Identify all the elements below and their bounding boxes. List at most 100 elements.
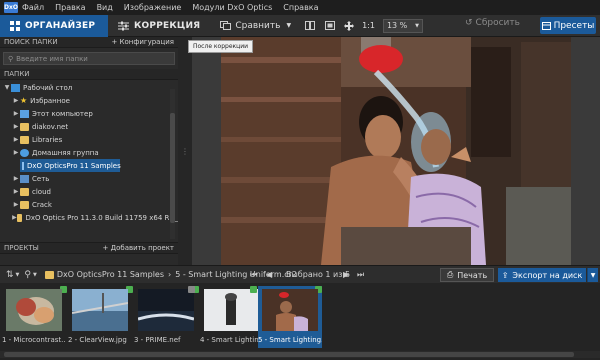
tree-item-libraries[interactable]: ▶ Libraries	[0, 133, 178, 146]
next-image-icon[interactable]: ▶	[343, 270, 349, 279]
thumbnail-4[interactable]: 4 - Smart Lighting...	[188, 286, 264, 348]
thumbnail-image	[204, 289, 260, 331]
dxo-folder-icon	[22, 161, 24, 170]
menu-help[interactable]: Справка	[283, 3, 318, 12]
menu-image[interactable]: Изображение	[124, 3, 182, 12]
menu-view[interactable]: Вид	[97, 3, 113, 12]
printer-icon: ⎙	[446, 270, 454, 279]
zoom-select[interactable]: 13 % ▼	[382, 18, 423, 33]
tree-item-network[interactable]: ▶ Сеть	[0, 172, 178, 185]
tab-organizer[interactable]: ОРГАНАЙЗЕР	[0, 14, 108, 37]
first-image-icon[interactable]: ⏮	[250, 270, 257, 280]
reset-label: Сбросить	[475, 18, 520, 28]
expanded-arrow-icon[interactable]: ▼	[3, 84, 11, 91]
ratio-1-1-button[interactable]: 1:1	[362, 21, 375, 30]
presets-button[interactable]: Пресеты	[540, 17, 596, 34]
collapsed-arrow-icon[interactable]: ▶	[12, 188, 20, 195]
folder-search-input[interactable]: ⚲ Введите имя папки	[3, 52, 175, 65]
menu-modules[interactable]: Модули DxO Optics	[192, 3, 272, 12]
compare-label: Сравнить	[235, 20, 281, 31]
collapsed-arrow-icon[interactable]: ▶	[12, 136, 20, 143]
tree-item-favorites[interactable]: ▶ ★ Избранное	[0, 94, 178, 107]
print-button[interactable]: ⎙ Печать	[440, 268, 494, 282]
star-icon: ★	[20, 96, 28, 105]
filmstrip: 1 - Microcontrast... 2 - ClearView.jpg 3…	[0, 283, 600, 360]
thumbnail-image	[262, 289, 318, 331]
filter-icon[interactable]: ⚲	[24, 270, 31, 280]
folder-icon	[20, 135, 29, 144]
tree-item-label: diakov.net	[32, 122, 69, 131]
scrollbar-thumb[interactable]	[170, 113, 175, 223]
add-project-button[interactable]: + Добавить проект	[103, 244, 174, 252]
processed-badge-icon	[250, 286, 257, 293]
breadcrumb: DxO OpticsPro 11 Samples › 5 - Smart Lig…	[44, 270, 297, 279]
tree-item-label: Libraries	[32, 135, 63, 144]
chevron-down-icon[interactable]: ▼	[16, 272, 20, 278]
last-image-icon[interactable]: ⏭	[357, 270, 364, 280]
zoom-value: 13 %	[386, 21, 408, 30]
menu-file[interactable]: Файл	[22, 3, 44, 12]
collapsed-arrow-icon[interactable]: ▶	[12, 123, 20, 130]
tree-item-label: DxO OpticsPro 11 Samples	[27, 161, 121, 170]
presets-label: Пресеты	[553, 20, 595, 31]
tree-item-crack[interactable]: ▶ Crack	[0, 198, 178, 211]
main-toolbar: ОРГАНАЙЗЕР КОРРЕКЦИЯ Сравнить ▼ 1:1 13 %…	[0, 14, 600, 37]
search-icon: ⚲	[8, 54, 14, 63]
filmstrip-scrollbar[interactable]	[0, 351, 600, 358]
undo-icon: ↺	[465, 18, 473, 28]
folder-icon	[16, 213, 23, 222]
tab-correction[interactable]: КОРРЕКЦИЯ	[108, 15, 210, 37]
compare-button[interactable]: Сравнить ▼	[220, 21, 291, 31]
thumbnail-3[interactable]: 3 - PRIME.nef	[134, 286, 199, 348]
scrollbar-thumb[interactable]	[4, 352, 574, 357]
tree-item-diakov[interactable]: ▶ diakov.net	[0, 120, 178, 133]
tree-item-homegroup[interactable]: ▶ Домашняя группа	[0, 146, 178, 159]
export-button[interactable]: ⇪ Экспорт на диск	[498, 268, 586, 282]
chevron-down-icon[interactable]: ▼	[33, 272, 37, 278]
desktop-icon	[11, 83, 20, 92]
breadcrumb-root[interactable]: DxO OpticsPro 11 Samples	[57, 270, 164, 279]
tree-item-label: cloud	[32, 187, 51, 196]
tree-item-label: Crack	[32, 200, 52, 209]
thumbnail-2[interactable]: 2 - ClearView.jpg	[68, 286, 133, 348]
move-icon[interactable]	[344, 20, 355, 31]
tree-item-dxo-build[interactable]: ▶ DxO Optics Pro 11.3.0 Build 11759 x64 …	[0, 211, 178, 224]
reset-button[interactable]: ↺ Сбросить	[465, 18, 520, 28]
image-viewer[interactable]	[192, 37, 600, 265]
selected-highlight: DxO OpticsPro 11 Samples	[20, 159, 121, 172]
sort-icon[interactable]: ⇅	[6, 270, 14, 280]
projects-header: ПРОЕКТЫ + Добавить проект	[0, 242, 178, 254]
tree-item-desktop[interactable]: ▼ Рабочий стол	[0, 81, 178, 94]
tree-item-dxo-samples[interactable]: DxO OpticsPro 11 Samples	[0, 159, 178, 172]
folder-tree: ▼ Рабочий стол ▶ ★ Избранное ▶ Этот комп…	[0, 80, 178, 224]
tooltip-after-correction: После коррекции	[188, 40, 254, 53]
tab-organizer-label: ОРГАНАЙЗЕР	[25, 20, 96, 31]
menu-edit[interactable]: Правка	[55, 3, 85, 12]
presets-icon	[541, 21, 551, 30]
folder-icon	[44, 270, 54, 279]
panel-collapse-handle[interactable]: ⋮	[178, 37, 192, 265]
filmstrip-toolbar: ⇅ ▼ ⚲ ▼ DxO OpticsPro 11 Samples › 5 - S…	[0, 265, 600, 283]
fit-screen-icon[interactable]	[325, 21, 336, 30]
collapsed-arrow-icon[interactable]: ▶	[12, 175, 20, 182]
collapsed-arrow-icon[interactable]: ▶	[12, 149, 20, 156]
thumbnail-caption: 2 - ClearView.jpg	[68, 336, 127, 344]
folders-header: ПАПКИ	[0, 69, 178, 80]
collapsed-arrow-icon[interactable]: ▶	[12, 97, 20, 104]
breadcrumb-file[interactable]: 5 - Smart Lighting Uniform.cr2	[175, 270, 297, 279]
split-view-icon[interactable]	[305, 21, 316, 30]
folder-tree-scrollbar[interactable]	[170, 89, 175, 239]
thumbnail-5[interactable]: 5 - Smart Lighting...	[250, 286, 322, 348]
tree-item-cloud[interactable]: ▶ cloud	[0, 185, 178, 198]
export-options-button[interactable]: ▼	[587, 268, 598, 282]
folder-icon	[20, 200, 29, 209]
print-label: Печать	[457, 270, 488, 280]
previous-image-icon[interactable]: ◀	[266, 270, 272, 279]
selection-status: Выбрано 1 из 5	[286, 270, 351, 279]
collapsed-arrow-icon[interactable]: ▶	[12, 201, 20, 208]
collapsed-arrow-icon[interactable]: ▶	[12, 110, 20, 117]
thumbnail-1[interactable]: 1 - Microcontrast...	[2, 286, 67, 348]
configuration-button[interactable]: + Конфигурация	[111, 38, 174, 46]
grid-icon	[10, 20, 20, 31]
tree-item-computer[interactable]: ▶ Этот компьютер	[0, 107, 178, 120]
